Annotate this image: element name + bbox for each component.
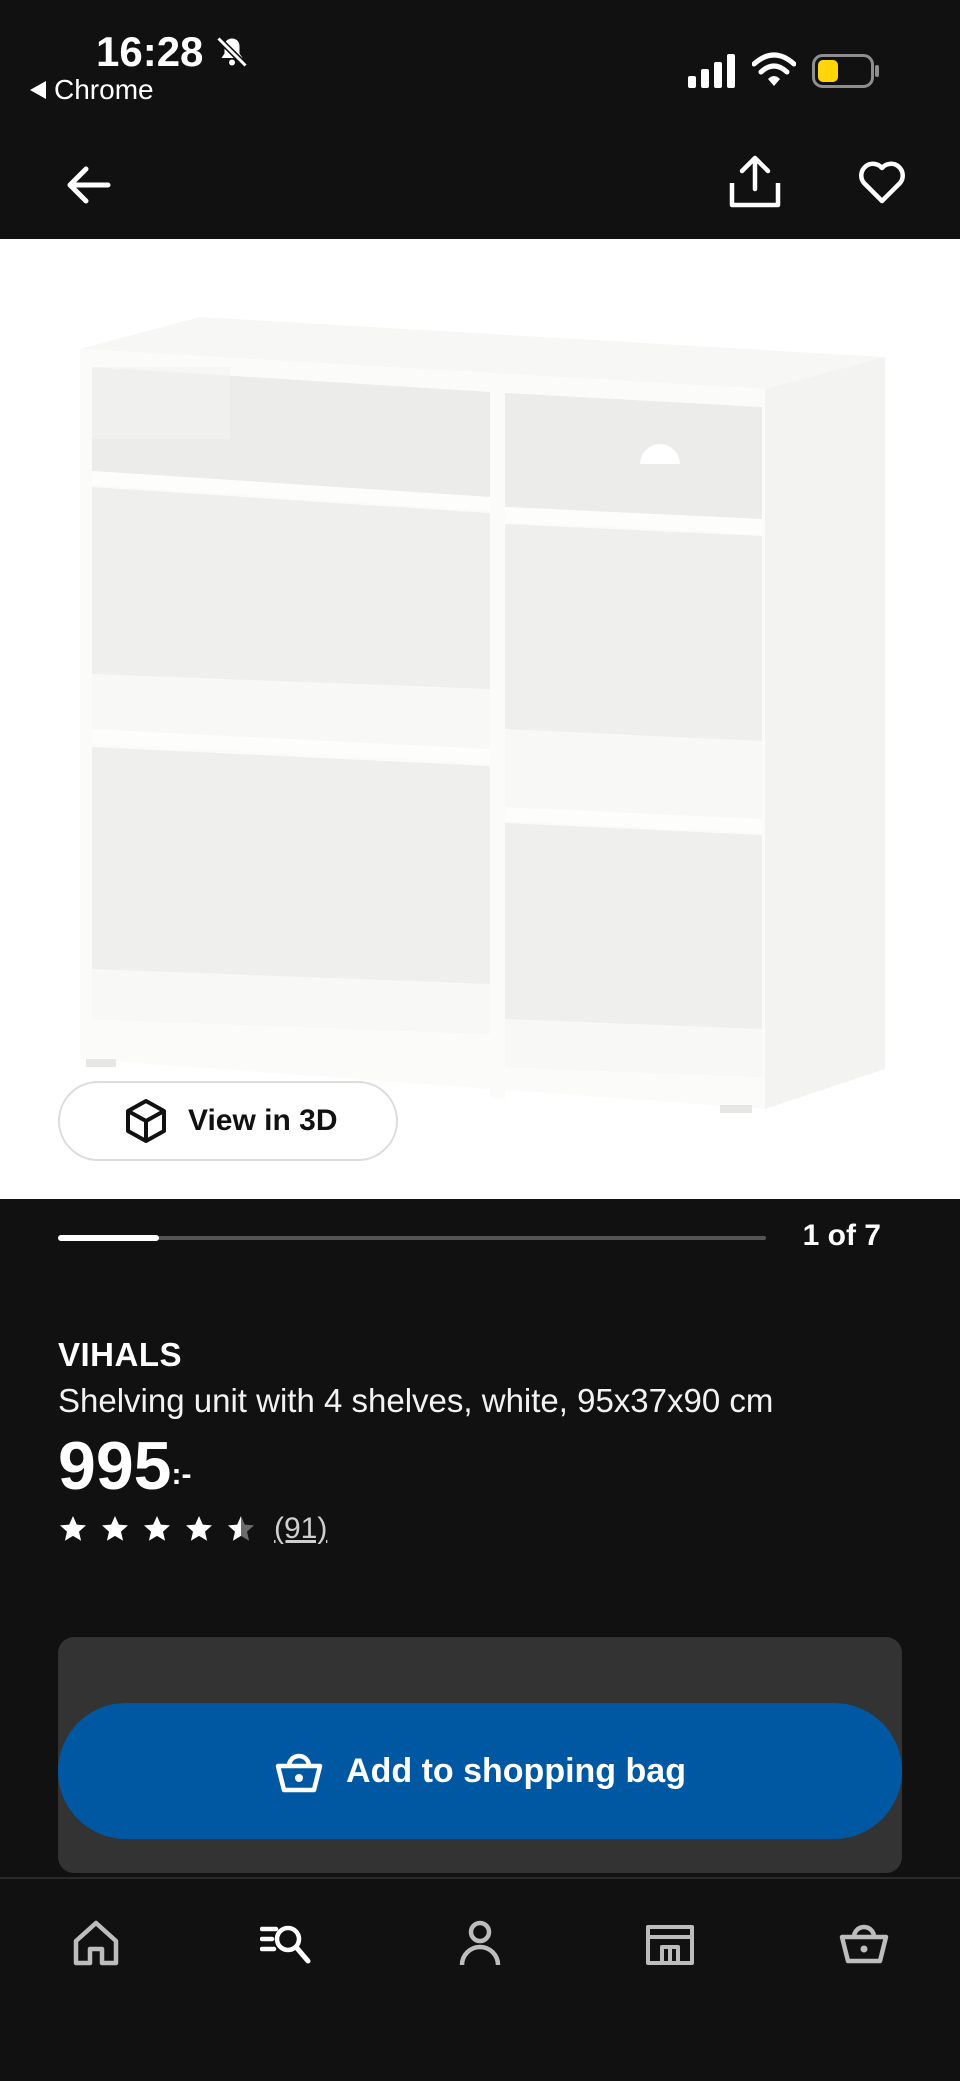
tab-profile[interactable] [450,1913,510,1973]
back-triangle-icon [30,81,46,99]
store-icon [646,1925,694,1965]
view-in-3d-button[interactable]: View in 3D [58,1081,398,1161]
back-to-app-link[interactable]: Chrome [30,74,154,106]
tab-search[interactable] [256,1913,316,1973]
status-time: 16:28 [96,28,204,75]
image-counter: 1 of 7 [802,1219,881,1252]
tab-home[interactable] [66,1913,126,1973]
star-icon [144,1516,170,1541]
home-icon [73,1920,119,1966]
product-description: Shelving unit with 4 shelves, white, 95x… [58,1382,774,1419]
product-rating[interactable]: (91) [58,1512,918,1546]
cellular-signal-icon [688,54,735,88]
star-icon [60,1516,86,1541]
basket-icon [839,1924,889,1964]
basket-icon [275,1753,323,1793]
profile-icon [459,1920,501,1966]
product-brand: VIHALS [58,1336,183,1373]
status-bar: 16:28 Chrome [0,0,960,125]
star-icon [102,1516,128,1541]
tab-basket[interactable] [834,1913,894,1973]
heart-icon[interactable] [858,159,906,205]
rating-stars [58,1514,256,1544]
battery-icon [812,54,879,88]
product-info: VIHALS Shelving unit with 4 shelves, whi… [58,1336,918,1546]
gallery-progress-fill [58,1235,160,1241]
product-image [80,317,885,1113]
price-suffix: :- [171,1458,192,1491]
gallery-progress: 1 of 7 [0,1199,960,1289]
wifi-icon [752,52,796,86]
price-value: 995 [58,1428,172,1504]
arrow-left-icon[interactable] [64,161,112,209]
product-price: 995 :- [58,1428,918,1504]
cube-3d-icon [126,1099,166,1143]
review-count-link[interactable]: (91) [274,1512,327,1546]
tab-stores[interactable] [640,1913,700,1973]
product-image-gallery[interactable]: View in 3D [0,239,960,1199]
gallery-progress-track [58,1235,766,1241]
add-to-shopping-bag-button[interactable]: Add to shopping bag [58,1703,902,1839]
bottom-tab-bar [0,1877,960,2081]
back-app-label: Chrome [54,74,154,105]
view-in-3d-label: View in 3D [188,1104,338,1137]
top-navigation [0,125,960,239]
search-icon [260,1925,311,1964]
star-icon [186,1516,212,1541]
bell-off-icon [216,36,248,68]
star-icon [228,1516,254,1541]
share-icon[interactable] [728,153,782,209]
add-to-bag-label: Add to shopping bag [346,1751,686,1790]
